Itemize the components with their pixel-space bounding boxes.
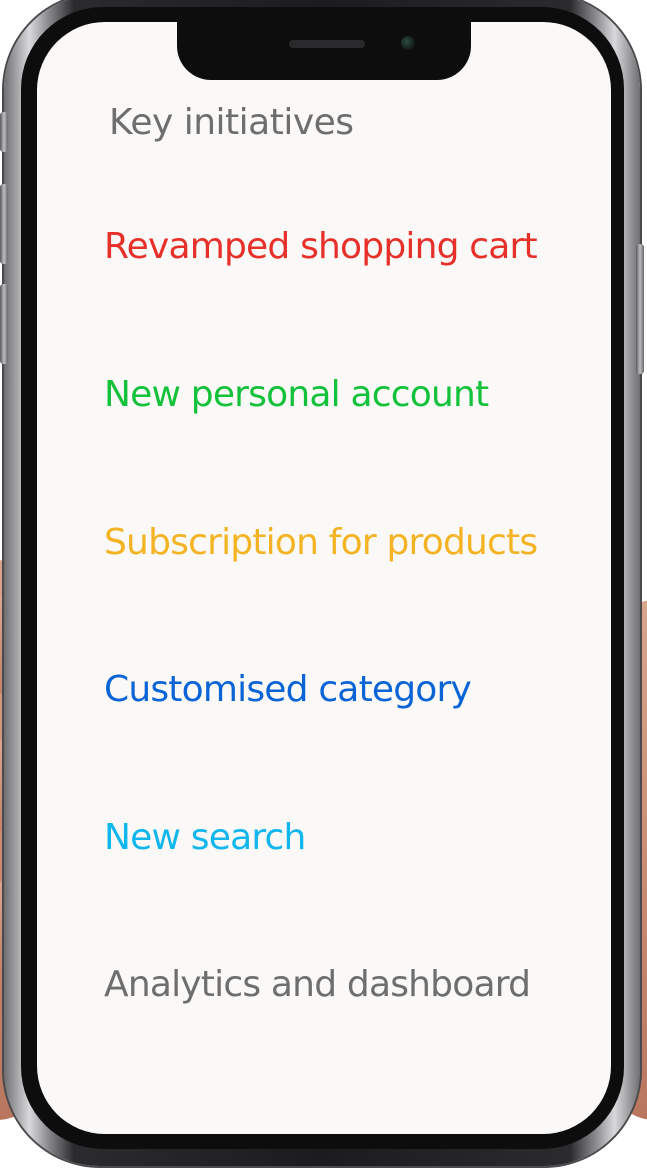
- initiative-subscription-for-products[interactable]: Subscription for products: [104, 522, 538, 563]
- page-title: Key initiatives: [109, 102, 354, 143]
- volume-up-button: [0, 184, 8, 264]
- power-button: [636, 244, 644, 374]
- initiative-analytics-and-dashboard[interactable]: Analytics and dashboard: [104, 964, 531, 1005]
- initiative-new-search[interactable]: New search: [104, 817, 306, 858]
- speaker-grille: [289, 40, 365, 48]
- initiative-new-personal-account[interactable]: New personal account: [104, 374, 489, 415]
- mute-switch: [0, 112, 8, 152]
- initiative-customised-category[interactable]: Customised category: [104, 669, 472, 710]
- phone-frame: Key initiatives Revamped shopping cart N…: [0, 0, 644, 1166]
- front-camera-icon: [401, 36, 415, 50]
- initiative-revamped-shopping-cart[interactable]: Revamped shopping cart: [104, 226, 538, 267]
- photo-stage: Key initiatives Revamped shopping cart N…: [0, 0, 647, 1171]
- phone-screen: Key initiatives Revamped shopping cart N…: [37, 22, 611, 1134]
- notch: [177, 22, 471, 80]
- volume-down-button: [0, 284, 8, 364]
